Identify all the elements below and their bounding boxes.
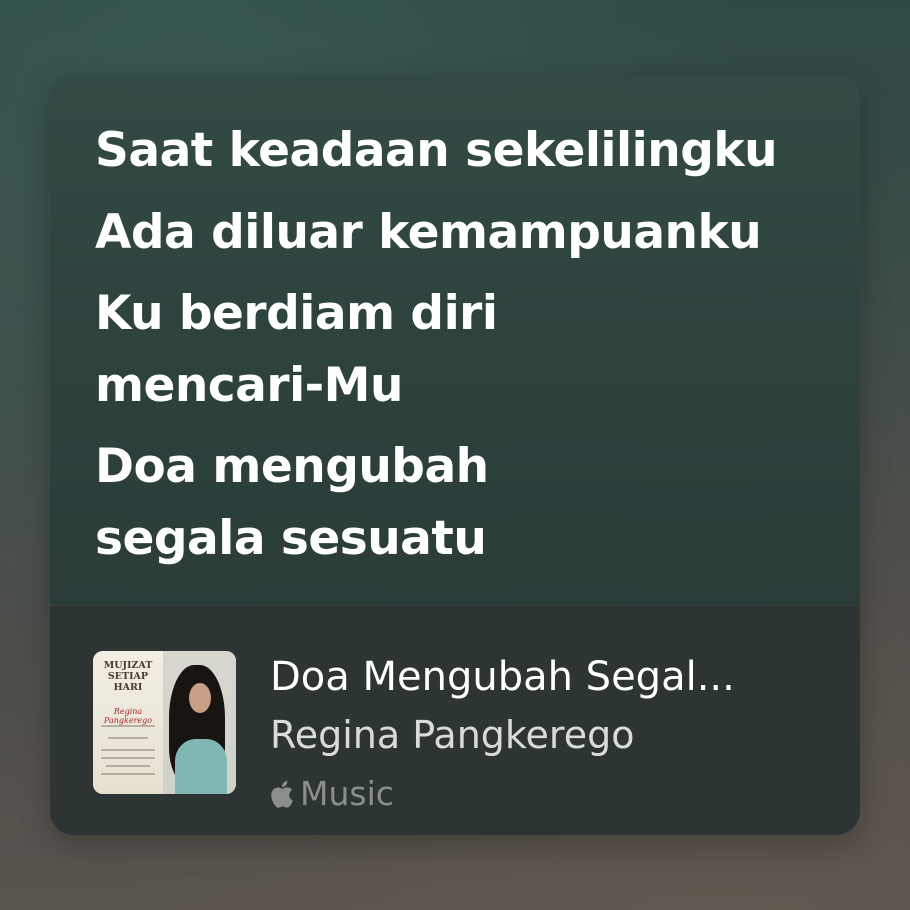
song-title[interactable]: Doa Mengubah Segal... — [270, 651, 830, 703]
now-playing-footer[interactable]: MUJIZAT SETIAP HARI Regina Pangkerego Do… — [50, 605, 860, 835]
apple-music-badge[interactable]: Music — [270, 774, 394, 814]
apple-logo-icon — [271, 780, 293, 808]
album-artwork[interactable]: MUJIZAT SETIAP HARI Regina Pangkerego — [93, 651, 236, 794]
album-art-text-line — [108, 737, 148, 739]
album-art-signature: Regina Pangkerego — [103, 707, 153, 725]
lyrics-share-card: Saat keadaan sekelilingku Ada diluar kem… — [50, 75, 860, 835]
portrait-face — [189, 683, 211, 713]
album-art-text-panel: MUJIZAT SETIAP HARI Regina Pangkerego — [93, 651, 163, 794]
lyric-line: Ku berdiam diri mencari-Mu — [95, 286, 498, 413]
album-art-text-line — [101, 725, 155, 727]
album-art-text-line — [101, 757, 155, 759]
lyric-line: Ada diluar kemampuanku — [95, 205, 762, 260]
lyric-line: Saat keadaan sekelilingku — [95, 123, 778, 178]
album-art-text-line — [106, 765, 150, 767]
album-art-text-line — [101, 749, 155, 751]
song-artist[interactable]: Regina Pangkerego — [270, 711, 830, 759]
lyrics-list: Saat keadaan sekelilingku Ada diluar kem… — [95, 115, 815, 585]
album-art-title: MUJIZAT SETIAP HARI — [103, 660, 153, 693]
music-service-label: Music — [300, 774, 394, 813]
album-art-portrait — [163, 651, 236, 794]
lyric-line: Doa mengubah segala sesuatu — [95, 439, 489, 566]
portrait-shirt — [175, 739, 227, 794]
album-art-text-line — [101, 773, 155, 775]
